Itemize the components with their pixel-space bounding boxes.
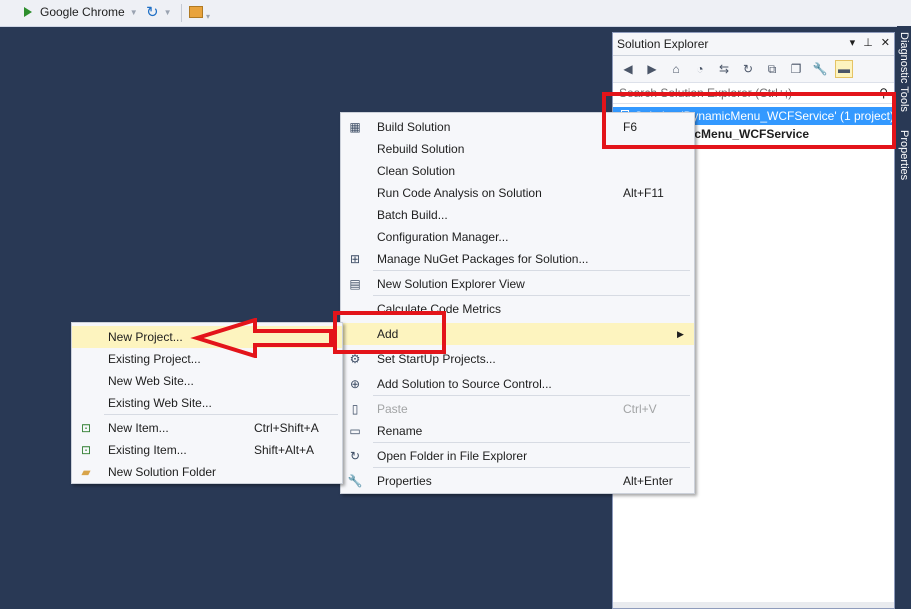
paste-icon: ▯	[351, 402, 359, 416]
submenu-item-label: New Item...	[108, 421, 169, 435]
play-icon	[24, 7, 32, 17]
menu-item-label: Set StartUp Projects...	[377, 352, 496, 366]
menu-item-label: Build Solution	[377, 120, 451, 134]
show-all-files-icon[interactable]: ❐	[787, 60, 805, 78]
submenu-item-new-solution-folder[interactable]: ▰ New Solution Folder	[72, 461, 342, 483]
new-view-icon: ▤	[349, 277, 361, 291]
menu-separator	[373, 270, 690, 271]
tab-diagnostic-tools[interactable]: Diagnostic Tools	[898, 32, 910, 112]
folder-icon: ▰	[81, 465, 91, 479]
menu-item-run-code-analysis-on-solution[interactable]: Run Code Analysis on Solution Alt+F11	[341, 182, 694, 204]
rename-icon: ▭	[349, 424, 361, 438]
back-icon[interactable]: ◀	[619, 60, 637, 78]
chevron-down-icon[interactable]: ▾	[206, 12, 210, 21]
menu-item-label: Configuration Manager...	[377, 230, 509, 244]
submenu-item-label: Existing Web Site...	[108, 396, 212, 410]
tab-properties[interactable]: Properties	[898, 130, 910, 180]
menu-item-paste[interactable]: ▯ Paste Ctrl+V	[341, 398, 694, 420]
panel-title: Solution Explorer	[617, 37, 709, 51]
main-toolbar: Google Chrome ▼ ↻ ▼ ▾	[0, 0, 911, 27]
annotation-arrow-icon	[190, 318, 333, 358]
menu-item-shortcut: Ctrl+V	[623, 402, 657, 416]
menu-item-shortcut: Alt+Enter	[623, 474, 673, 488]
refresh-browser-button[interactable]: ↻ ▼	[146, 0, 172, 24]
menu-item-configuration-manager[interactable]: Configuration Manager...	[341, 226, 694, 248]
submenu-item-existing-web-site[interactable]: Existing Web Site...	[72, 392, 342, 414]
refresh-icon[interactable]: ↻	[739, 60, 757, 78]
menu-item-clean-solution[interactable]: Clean Solution	[341, 160, 694, 182]
submenu-item-shortcut: Shift+Alt+A	[254, 443, 315, 457]
menu-separator	[373, 295, 690, 296]
close-icon[interactable]: ✕	[881, 36, 890, 49]
right-tool-tabs: Diagnostic Tools Properties	[897, 26, 911, 609]
menu-item-label: Clean Solution	[377, 164, 456, 178]
submenu-item-shortcut: Ctrl+Shift+A	[254, 421, 319, 435]
menu-item-label: New Solution Explorer View	[377, 277, 525, 291]
browser-link-icon	[189, 6, 203, 18]
nuget-icon: ⊞	[349, 252, 361, 266]
menu-item-add-solution-to-source-control[interactable]: ⊕ Add Solution to Source Control...	[341, 373, 694, 395]
submenu-item-new-item[interactable]: ⊡ New Item... Ctrl+Shift+A	[72, 417, 342, 439]
wrench-icon: 🔧	[347, 474, 363, 488]
home-icon[interactable]: ⌂	[667, 60, 685, 78]
pin-icon[interactable]: ⊥	[863, 36, 873, 49]
horizontal-scrollbar[interactable]	[613, 602, 894, 608]
solution-explorer-toolbar: ◀ ▶ ⌂ ◔ ⇆ ↻ ⧉ ❐ 🔧 ▬	[613, 56, 894, 83]
menu-item-label: Rebuild Solution	[377, 142, 465, 156]
menu-item-rename[interactable]: ▭ Rename	[341, 420, 694, 442]
menu-separator	[104, 414, 338, 415]
menu-separator	[373, 395, 690, 396]
menu-item-label: Properties	[377, 474, 432, 488]
submenu-item-existing-item[interactable]: ⊡ Existing Item... Shift+Alt+A	[72, 439, 342, 461]
source-control-icon: ⊕	[349, 377, 361, 391]
menu-separator	[373, 467, 690, 468]
menu-item-label: Open Folder in File Explorer	[377, 449, 528, 463]
submenu-item-label: Existing Item...	[108, 443, 187, 457]
submenu-item-new-web-site[interactable]: New Web Site...	[72, 370, 342, 392]
refresh-icon: ↻	[146, 4, 159, 21]
menu-item-label: Manage NuGet Packages for Solution...	[377, 252, 589, 266]
history-icon[interactable]: ◔	[691, 60, 709, 78]
menu-item-properties[interactable]: 🔧 Properties Alt+Enter	[341, 470, 694, 492]
browser-label: Google Chrome	[40, 5, 125, 19]
solution-explorer-titlebar: Solution Explorer ▾ ⊥ ✕	[613, 33, 894, 56]
sync-icon[interactable]: ⇆	[715, 60, 733, 78]
preview-icon[interactable]: ▬	[835, 60, 853, 78]
submenu-item-label: New Web Site...	[108, 374, 194, 388]
new-item-icon: ⊡	[80, 421, 92, 435]
menu-item-shortcut: Alt+F11	[623, 186, 664, 200]
existing-item-icon: ⊡	[80, 443, 92, 457]
menu-item-label: Add Solution to Source Control...	[377, 377, 552, 391]
toolbar-divider	[181, 4, 182, 22]
browser-link-button[interactable]: ▾	[189, 0, 210, 24]
submenu-arrow-icon: ▶	[677, 328, 684, 339]
annotation-box-solution	[602, 92, 896, 149]
properties-icon[interactable]: 🔧	[811, 60, 829, 78]
submenu-item-label: New Project...	[108, 330, 183, 344]
chevron-down-icon[interactable]: ▼	[130, 8, 138, 17]
dropdown-icon[interactable]: ▾	[850, 36, 856, 49]
menu-item-label: Batch Build...	[377, 208, 448, 222]
collapse-all-icon[interactable]: ⧉	[763, 60, 781, 78]
start-debug-button[interactable]: Google Chrome ▼	[24, 0, 138, 24]
build-icon: ▦	[349, 120, 361, 134]
menu-item-label: Rename	[377, 424, 423, 438]
chevron-down-icon[interactable]: ▼	[164, 8, 172, 17]
menu-separator	[373, 442, 690, 443]
menu-item-batch-build[interactable]: Batch Build...	[341, 204, 694, 226]
menu-item-label: Paste	[377, 402, 408, 416]
menu-item-manage-nuget-packages-for-solution[interactable]: ⊞ Manage NuGet Packages for Solution...	[341, 248, 694, 270]
menu-item-label: Run Code Analysis on Solution	[377, 186, 542, 200]
menu-item-open-folder-in-file-explorer[interactable]: ↻ Open Folder in File Explorer	[341, 445, 694, 467]
refresh-folder-icon: ↻	[349, 449, 361, 463]
submenu-item-label: New Solution Folder	[108, 465, 217, 479]
annotation-box-add	[333, 311, 446, 354]
menu-item-new-solution-explorer-view[interactable]: ▤ New Solution Explorer View	[341, 273, 694, 295]
solution-context-menu: ▦ Build Solution F6 Rebuild Solution Clean S…	[340, 112, 695, 494]
forward-icon[interactable]: ▶	[643, 60, 661, 78]
